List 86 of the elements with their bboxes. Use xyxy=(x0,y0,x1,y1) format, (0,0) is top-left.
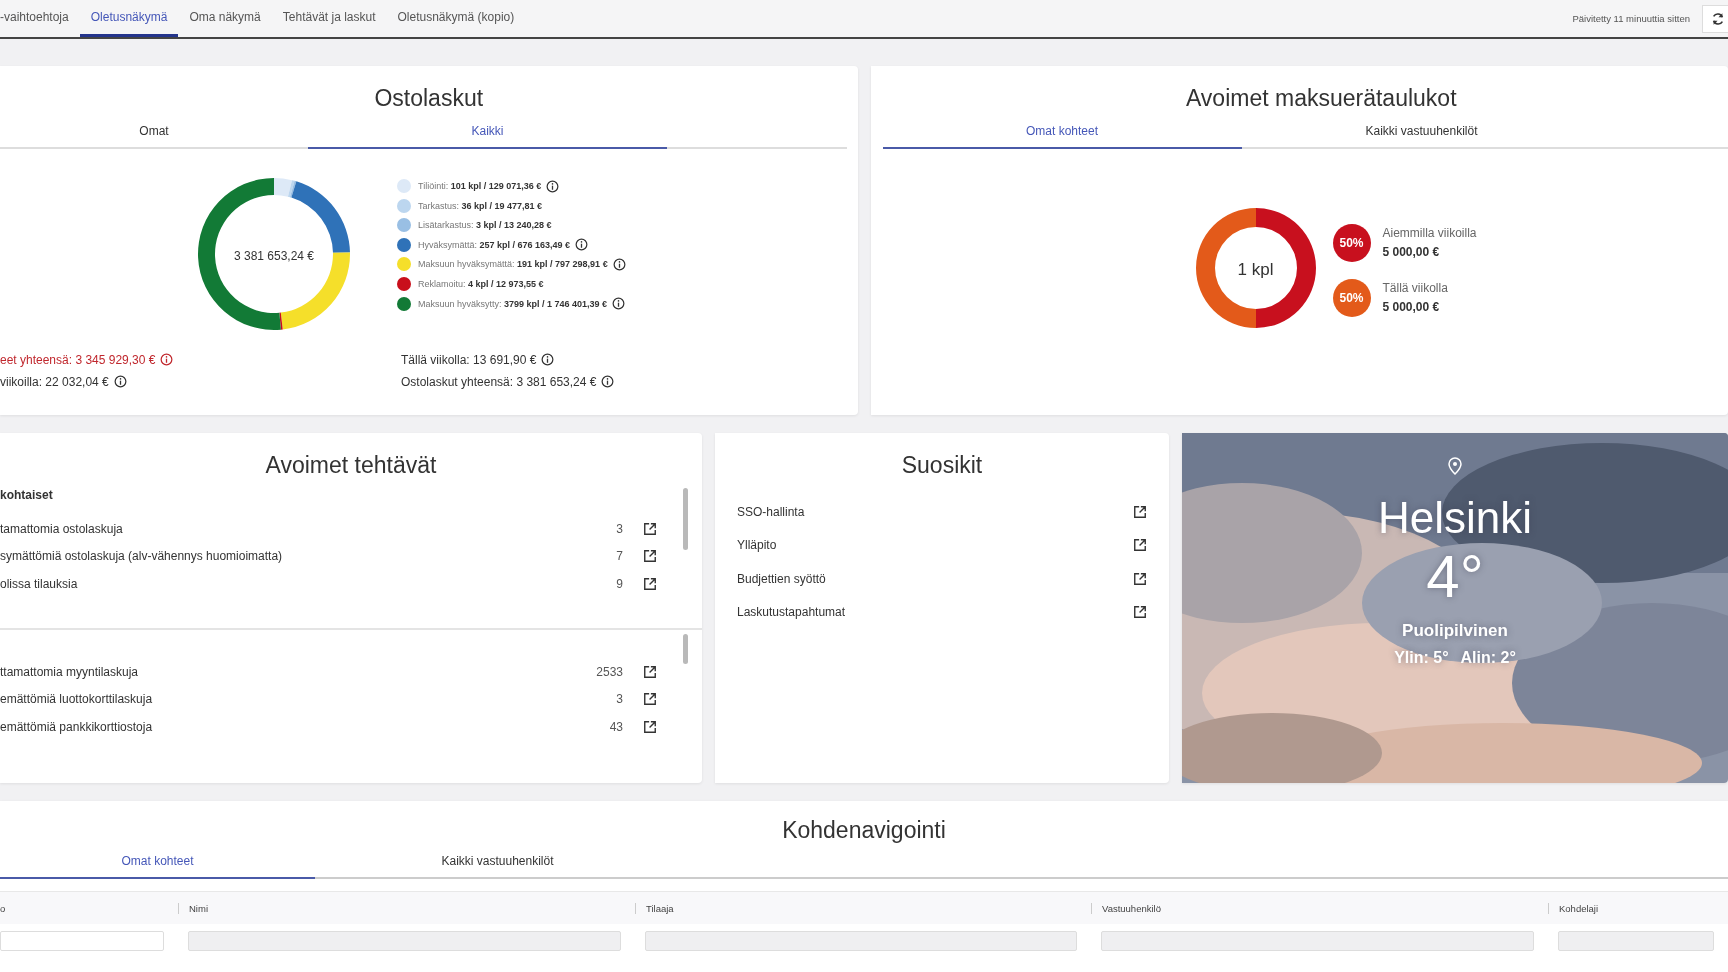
location-pin-icon xyxy=(1448,457,1462,475)
task-label: emättömiä luottokorttilaskuja xyxy=(0,692,154,707)
column-header: Kohdelaji xyxy=(1559,902,1599,914)
info-icon[interactable] xyxy=(612,297,626,311)
view-tab[interactable]: Oma näkymä xyxy=(178,0,272,37)
task-label: tamattomia ostolaskuja xyxy=(0,521,124,536)
summary-text: eet yhteensä: 3 345 929,30 € xyxy=(0,353,156,367)
column-header: Vastuuhenkilö xyxy=(1102,902,1161,914)
card-title: Kohdenavigointi xyxy=(781,817,947,844)
legend-amount: 5 000,00 € xyxy=(1382,245,1441,259)
favorite-link[interactable]: Budjettien syöttö xyxy=(737,571,826,586)
percent-badge: 50% xyxy=(1332,278,1371,317)
chart-total: 3 381 653,24 € xyxy=(232,249,316,263)
external-link-icon[interactable] xyxy=(1133,605,1147,620)
external-link-icon[interactable] xyxy=(1133,571,1147,586)
task-label: symättömiä ostolaskuja (alv-vähennys huomioimatta) xyxy=(0,549,284,564)
view-tab[interactable]: -vaihtoehtoja xyxy=(0,0,80,37)
legend-label: Aiemmilla viikoilla xyxy=(1382,226,1477,240)
info-icon[interactable] xyxy=(601,375,615,388)
legend-label: Tiliöinti: 101 kpl / 129 071,36 € xyxy=(418,181,542,191)
task-label: emättömiä pankkikorttiostoja xyxy=(0,719,154,734)
city-name: Helsinki xyxy=(1377,493,1532,543)
tab[interactable]: Kaikki vastuuhenkilöt xyxy=(315,854,680,879)
task-label: olissa tilauksia xyxy=(0,576,79,591)
card-title: Suosikit xyxy=(900,452,984,479)
task-count: 43 xyxy=(608,719,623,734)
scrollbar-thumb[interactable] xyxy=(683,634,688,664)
external-link-icon[interactable] xyxy=(643,664,657,679)
info-icon[interactable] xyxy=(541,353,555,366)
percent-badge: 50% xyxy=(1332,223,1371,262)
card-title: Avoimet maksuerätaulukot xyxy=(1184,85,1458,112)
low-temperature: Alin: 2° xyxy=(1460,649,1516,667)
view-tab[interactable]: Oletusnäkymä (kopio) xyxy=(386,0,526,37)
task-count: 9 xyxy=(615,576,623,591)
external-link-icon[interactable] xyxy=(643,549,657,564)
legend-label: Tarkastus: 36 kpl / 19 477,81 € xyxy=(418,200,543,211)
chart-total: 1 kpl xyxy=(1236,260,1275,280)
external-link-icon[interactable] xyxy=(1133,538,1147,553)
section-heading: kohtaiset xyxy=(0,488,53,502)
external-link-icon[interactable] xyxy=(1133,504,1147,519)
refresh-button[interactable] xyxy=(1702,4,1728,33)
info-icon[interactable] xyxy=(575,238,589,252)
legend-label: Lisätarkastus: 3 kpl / 13 240,28 € xyxy=(418,220,552,231)
task-count: 3 xyxy=(615,692,623,707)
external-link-icon[interactable] xyxy=(643,719,657,734)
favorite-link[interactable]: SSO-hallinta xyxy=(737,504,805,519)
task-count: 7 xyxy=(615,549,623,564)
legend-label: Reklamoitu: 4 kpl / 12 973,55 € xyxy=(418,278,544,289)
filter-field[interactable] xyxy=(0,931,164,951)
refresh-icon xyxy=(1711,11,1725,26)
temperature: 4° xyxy=(1426,547,1484,607)
favorite-link[interactable]: Laskutustapahtumat xyxy=(737,605,846,620)
view-tab[interactable]: Tehtävät ja laskut xyxy=(271,0,387,37)
view-tab[interactable]: Oletusnäkymä xyxy=(79,0,179,37)
scrollbar-thumb[interactable] xyxy=(683,488,688,550)
card-title: Avoimet tehtävät xyxy=(264,452,438,479)
legend-label: Hyväksymättä: 257 kpl / 676 163,49 € xyxy=(418,239,571,250)
task-label: ttamattomia myyntilaskuja xyxy=(0,664,140,679)
external-link-icon[interactable] xyxy=(643,692,657,707)
tab[interactable]: Kaikki vastuuhenkilöt xyxy=(1241,124,1602,149)
summary-text: Ostolaskut yhteensä: 3 381 653,24 € xyxy=(401,375,597,389)
legend-amount: 5 000,00 € xyxy=(1382,300,1441,314)
column-header: Tilaaja xyxy=(646,902,674,914)
summary-text: viikoilla: 22 032,04 € xyxy=(0,375,109,389)
tab[interactable]: Kaikki xyxy=(308,124,667,149)
summary-text: Tällä viikolla: 13 691,90 € xyxy=(401,353,537,367)
column-header: o xyxy=(0,902,6,914)
info-icon[interactable] xyxy=(160,353,174,366)
external-link-icon[interactable] xyxy=(643,576,657,591)
updated-time: Päivitetty 11 minuuttia sitten xyxy=(1572,13,1690,24)
tab[interactable]: Omat kohteet xyxy=(882,124,1242,149)
info-icon[interactable] xyxy=(546,179,560,193)
weather-condition: Puolipilvinen xyxy=(1402,621,1508,641)
legend-label: Tällä viikolla xyxy=(1382,281,1448,295)
column-header: Nimi xyxy=(189,902,208,914)
external-link-icon[interactable] xyxy=(643,521,657,536)
legend-label: Maksuun hyväksytty: 3799 kpl / 1 746 401,39 € xyxy=(418,298,608,309)
legend-label: Maksuun hyväksymättä: 191 kpl / 797 298,91 € xyxy=(418,259,608,270)
favorite-link[interactable]: Ylläpito xyxy=(737,538,777,553)
info-icon[interactable] xyxy=(113,375,127,388)
task-count: 2533 xyxy=(595,664,623,679)
task-count: 3 xyxy=(615,521,623,536)
card-title: Ostolaskut xyxy=(373,85,485,112)
tab[interactable]: Omat xyxy=(0,124,308,149)
tab[interactable]: Omat kohteet xyxy=(0,854,315,879)
info-icon[interactable] xyxy=(612,257,626,271)
